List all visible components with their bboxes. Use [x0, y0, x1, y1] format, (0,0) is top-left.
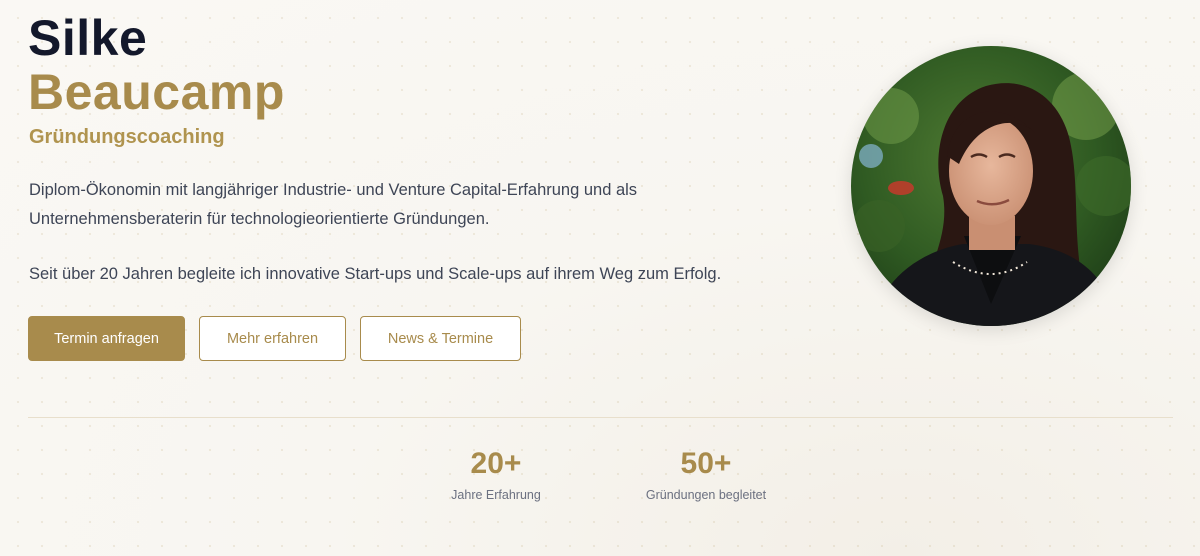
- name-last: Beaucamp: [28, 64, 285, 120]
- stat-label: Gründungen begleitet: [645, 488, 767, 502]
- request-appointment-button[interactable]: Termin anfragen: [28, 316, 185, 361]
- stat-experience: 20+ Jahre Erfahrung: [436, 444, 556, 504]
- hero-subtitle: Gründungscoaching: [29, 126, 225, 148]
- hero-section: Silke Beaucamp Gründungscoaching Diplom-…: [0, 0, 1200, 556]
- portrait-photo: [851, 46, 1131, 326]
- intro-paragraph-2: Seit über 20 Jahren begleite ich innovat…: [29, 265, 722, 283]
- portrait-illustration: [851, 46, 1131, 326]
- news-events-button[interactable]: News & Termine: [360, 316, 521, 361]
- learn-more-button[interactable]: Mehr erfahren: [199, 316, 346, 361]
- name-first: Silke: [28, 10, 148, 66]
- stat-label: Jahre Erfahrung: [451, 488, 541, 502]
- section-divider: [28, 417, 1173, 418]
- intro-line-2: Unternehmensberaterin für technologieori…: [29, 210, 490, 228]
- intro-paragraph: Diplom-Ökonomin mit langjähriger Industr…: [29, 176, 749, 234]
- stat-value: 20+: [470, 447, 522, 480]
- stat-value: 50+: [680, 447, 732, 480]
- intro-line-1: Diplom-Ökonomin mit langjähriger Industr…: [29, 181, 638, 199]
- stat-startups: 50+ Gründungen begleitet: [630, 444, 782, 504]
